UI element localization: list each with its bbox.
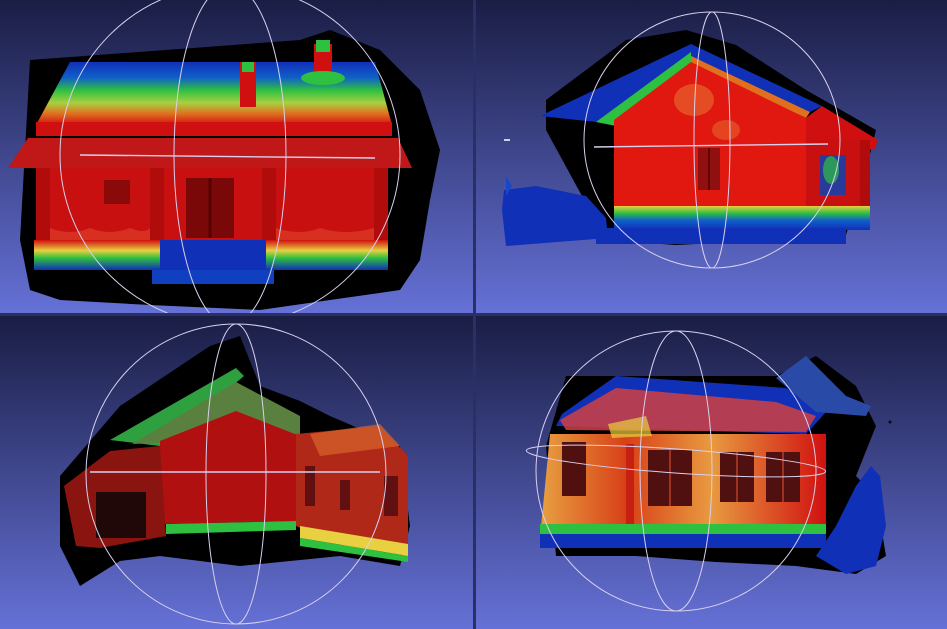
foundation-mesh [540,524,826,534]
viewport-oblique-canvas[interactable] [476,316,947,629]
porch-roof-mesh [8,138,412,168]
viewport-front-canvas[interactable] [0,0,473,313]
roof-mesh [36,62,392,125]
viewport-side[interactable] [476,0,947,313]
viewport-rear-canvas[interactable] [0,316,473,629]
viewport-side-canvas[interactable] [476,0,947,313]
viewport-rear[interactable] [0,316,473,629]
viewport-oblique[interactable] [476,316,947,629]
viewport-splitter-horizontal[interactable] [0,313,947,316]
window-mesh [562,442,586,496]
quad-viewport [0,0,947,629]
foundation-mesh [614,206,870,230]
viewport-front[interactable] [0,0,473,313]
